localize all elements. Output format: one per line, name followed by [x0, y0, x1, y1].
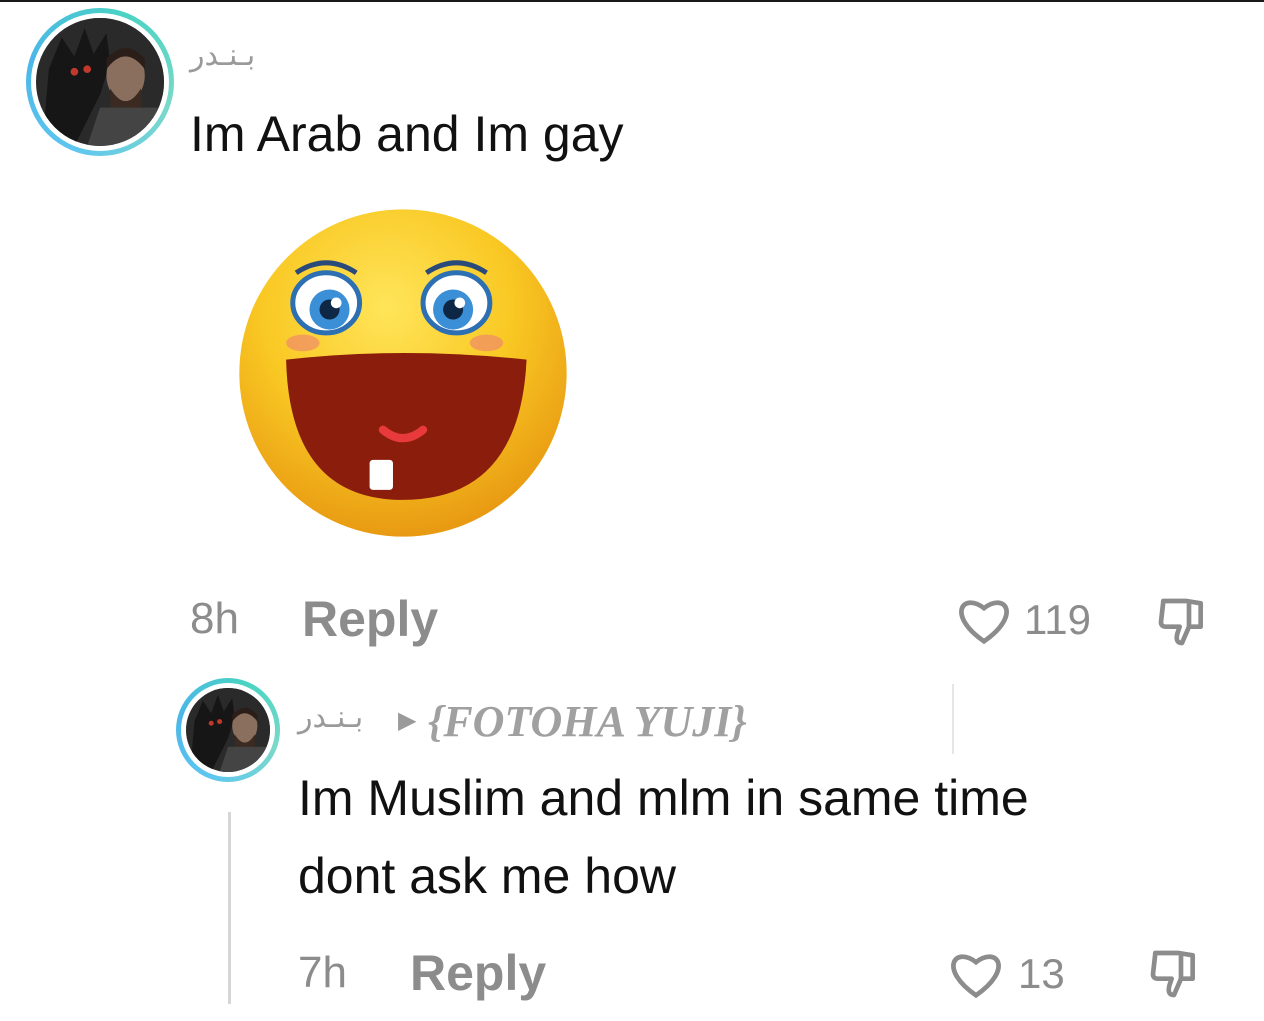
reply-username[interactable]: بـنـدر	[298, 700, 363, 735]
avatar[interactable]	[26, 8, 174, 156]
heart-icon[interactable]	[954, 594, 1014, 646]
reply-text-line2: dont ask me how	[298, 848, 676, 904]
reply-mention[interactable]: {FOTOHA YUJI}	[428, 696, 747, 747]
like-count: 119	[1024, 596, 1091, 643]
reply-heart-icon[interactable]	[946, 948, 1006, 1000]
header-divider	[952, 684, 954, 754]
reply-arrow-icon: ▶	[398, 707, 417, 734]
reply-reply-button[interactable]: Reply	[410, 944, 546, 1002]
thread-line	[228, 812, 231, 1004]
comment-text: Im Arab and Im gay	[190, 106, 624, 162]
reply-dislike-icon[interactable]	[1146, 946, 1202, 1002]
reply-button[interactable]: Reply	[302, 590, 438, 648]
avatar-photo	[36, 18, 164, 146]
reply-like-count: 13	[1018, 950, 1065, 997]
top-divider	[0, 0, 1264, 2]
reply-text-line1: Im Muslim and mlm in same time	[298, 770, 1029, 826]
reply-avatar[interactable]	[176, 678, 280, 782]
reply-time: 7h	[298, 948, 347, 997]
username[interactable]: بـنـدر	[190, 38, 255, 73]
dislike-icon[interactable]	[1154, 594, 1210, 650]
reply-avatar-photo	[186, 688, 270, 772]
comment-time: 8h	[190, 594, 239, 643]
laughing-emoji-sticker	[239, 209, 567, 537]
